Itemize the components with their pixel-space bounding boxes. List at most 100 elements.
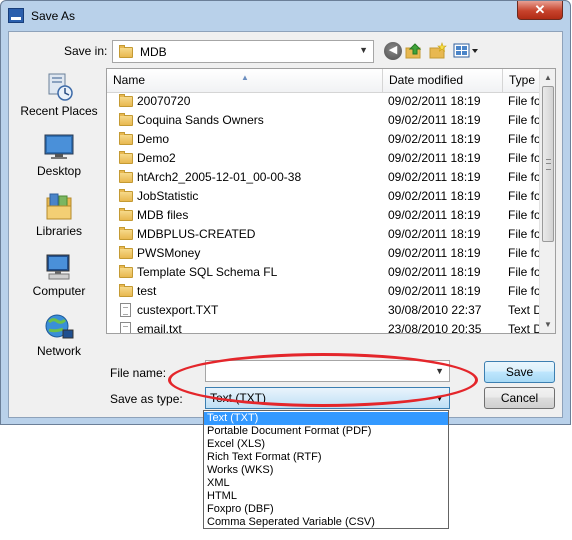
scroll-up-icon[interactable]: ▲: [540, 69, 555, 86]
app-icon: [8, 8, 24, 23]
column-type-label: Type: [509, 73, 536, 87]
libraries-icon: [43, 192, 75, 222]
network-icon: [43, 312, 75, 342]
file-type-option[interactable]: Portable Document Format (PDF): [204, 425, 448, 438]
text-file-icon: [120, 322, 131, 333]
scroll-down-icon[interactable]: ▼: [540, 316, 555, 333]
title-bar[interactable]: Save As ✕: [1, 1, 570, 31]
file-date-modified: 09/02/2011 18:19: [388, 227, 481, 241]
column-name-label: Name: [113, 73, 146, 87]
file-row[interactable]: Coquina Sands Owners 09/02/2011 18:19 File…: [107, 111, 543, 130]
save-in-dropdown[interactable]: MDB ▼: [112, 40, 374, 63]
file-date-modified: 09/02/2011 18:19: [388, 151, 481, 165]
place-computer[interactable]: Computer: [15, 252, 103, 298]
place-recent-places[interactable]: Recent Places: [15, 72, 103, 118]
file-row[interactable]: JobStatistic 09/02/2011 18:19 File fol: [107, 187, 543, 206]
column-name[interactable]: Name ▲: [107, 69, 383, 92]
place-label: Libraries: [35, 224, 83, 238]
place-label: Recent Places: [20, 104, 98, 118]
file-row[interactable]: email.txt 23/08/2010 20:35 Text Do: [107, 320, 549, 334]
file-date-modified: 09/02/2011 18:19: [388, 94, 481, 108]
place-network[interactable]: Network: [15, 312, 103, 358]
place-desktop[interactable]: Desktop: [15, 132, 103, 178]
highlight-ellipse: [168, 353, 478, 407]
scrollbar-thumb[interactable]: [542, 86, 554, 242]
file-type-option[interactable]: HTML: [204, 490, 448, 503]
chevron-down-icon: ▼: [359, 45, 368, 55]
column-date-modified[interactable]: Date modified: [383, 69, 503, 92]
folder-icon: [119, 265, 133, 278]
file-row[interactable]: test 09/02/2011 18:19 File fol: [107, 282, 543, 301]
file-name: Template SQL Schema FL: [137, 265, 278, 279]
file-date-modified: 23/08/2010 20:35: [388, 322, 482, 334]
file-name: email.txt: [137, 322, 182, 334]
folder-icon: [119, 151, 133, 164]
file-name: 20070720: [137, 94, 191, 108]
save-in-value: MDB: [140, 45, 167, 59]
cancel-button[interactable]: Cancel: [484, 387, 555, 409]
close-button[interactable]: ✕: [517, 1, 563, 20]
sort-ascending-icon: ▲: [241, 73, 249, 82]
file-date-modified: 09/02/2011 18:19: [388, 208, 481, 222]
file-list[interactable]: Name ▲ Date modified Type 20070720 09/02/…: [106, 68, 556, 334]
save-button[interactable]: Save: [484, 361, 555, 383]
place-label: Computer: [32, 284, 86, 298]
file-type-option[interactable]: Text (TXT): [204, 412, 448, 425]
file-row[interactable]: MDB files 09/02/2011 18:19 File fol: [107, 206, 543, 225]
file-row[interactable]: Demo 09/02/2011 18:19 File fol: [107, 130, 543, 149]
file-name: test: [137, 284, 157, 298]
file-name: JobStatistic: [137, 189, 199, 203]
folder-icon: [119, 189, 133, 202]
views-menu-icon[interactable]: [453, 42, 481, 60]
file-type-option[interactable]: Excel (XLS): [204, 438, 448, 451]
computer-icon: [43, 252, 75, 282]
file-type-option[interactable]: Works (WKS): [204, 464, 448, 477]
file-date-modified: 30/08/2010 22:37: [388, 303, 482, 317]
file-type-option[interactable]: Rich Text Format (RTF): [204, 451, 448, 464]
file-name: PWSMoney: [137, 246, 201, 260]
vertical-scrollbar[interactable]: ▲ ▼: [539, 69, 555, 333]
folder-icon: [119, 170, 133, 183]
column-type[interactable]: Type: [503, 69, 539, 92]
file-type-option[interactable]: Comma Seperated Variable (CSV): [204, 516, 448, 529]
folder-icon: [119, 208, 133, 221]
file-name-label: File name:: [110, 366, 167, 380]
folder-icon: [119, 113, 133, 126]
save-in-label: Save in:: [64, 44, 108, 58]
file-date-modified: 09/02/2011 18:19: [388, 284, 481, 298]
up-folder-icon[interactable]: [405, 42, 423, 60]
file-date-modified: 09/02/2011 18:19: [388, 132, 481, 146]
save-as-type-options[interactable]: Text (TXT) Portable Document Format (PDF)…: [203, 410, 449, 529]
recent-places-icon: [43, 72, 75, 102]
new-folder-icon[interactable]: [429, 42, 447, 60]
file-date-modified: 09/02/2011 18:19: [388, 189, 481, 203]
file-name: MDBPLUS-CREATED: [137, 227, 256, 241]
file-row[interactable]: MDBPLUS-CREATED 09/02/2011 18:19 File fol: [107, 225, 543, 244]
column-header-row: Name ▲ Date modified Type: [107, 69, 539, 93]
places-bar: Recent Places Desktop Libraries Computer: [15, 68, 103, 358]
file-name: Demo2: [137, 151, 176, 165]
window-title: Save As: [31, 9, 76, 23]
save-as-type-label: Save as type:: [110, 392, 183, 406]
file-row[interactable]: htArch2_2005-12-01_00-00-38 09/02/2011 18…: [107, 168, 543, 187]
file-date-modified: 09/02/2011 18:19: [388, 246, 481, 260]
file-row[interactable]: Template SQL Schema FL 09/02/2011 18:19 Fi…: [107, 263, 543, 282]
file-row[interactable]: custexport.TXT 30/08/2010 22:37 Text Do: [107, 301, 549, 320]
column-date-label: Date modified: [389, 73, 464, 87]
file-type-option[interactable]: Foxpro (DBF): [204, 503, 448, 516]
folder-icon: [119, 246, 133, 259]
file-row[interactable]: PWSMoney 09/02/2011 18:19 File fol: [107, 244, 543, 263]
file-type-option[interactable]: XML: [204, 477, 448, 490]
text-file-icon: [120, 303, 131, 317]
file-name: Demo: [137, 132, 170, 146]
file-row[interactable]: Demo2 09/02/2011 18:19 File fol: [107, 149, 543, 168]
file-name: custexport.TXT: [137, 303, 219, 317]
place-label: Network: [36, 344, 81, 358]
file-row[interactable]: 20070720 09/02/2011 18:19 File fol: [107, 92, 543, 111]
place-libraries[interactable]: Libraries: [15, 192, 103, 238]
file-name: MDB files: [137, 208, 189, 222]
folder-icon: [119, 132, 133, 145]
back-icon[interactable]: ◀: [384, 42, 402, 60]
desktop-icon: [43, 132, 75, 162]
folder-icon: [119, 284, 133, 297]
